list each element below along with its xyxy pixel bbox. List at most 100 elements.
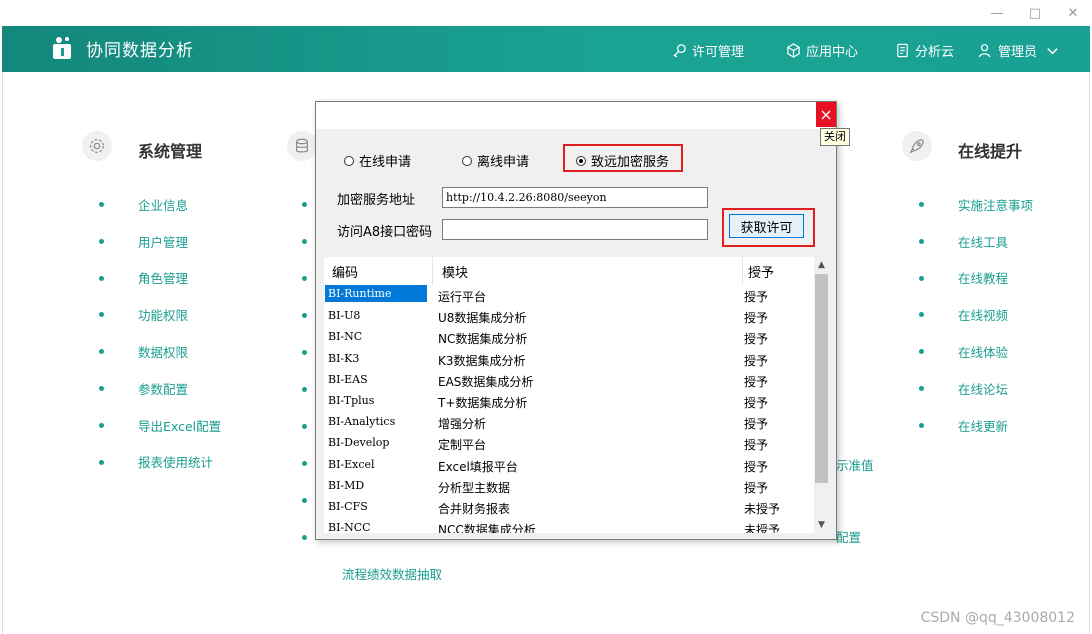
cell-code: BI-Tplus (328, 393, 375, 407)
nav-analysis-cloud[interactable]: 分析云 (895, 41, 954, 60)
cell-code: BI-U8 (328, 309, 361, 323)
list-item-selected[interactable]: BI-Runtime 运行平台 授予 (324, 285, 814, 306)
cell-module: K3数据集成分析 (438, 353, 526, 368)
menu-item-report-usage-stats[interactable]: 报表使用统计 (99, 444, 221, 481)
nav-admin-menu[interactable]: 管理员 (978, 41, 1060, 60)
cell-module: NC数据集成分析 (438, 332, 528, 347)
list-rows: BI-Runtime 运行平台 授予 BI-U8 U8数据集成分析 授予 BI-NC NC… (324, 285, 814, 533)
cell-module: 合并财务报表 (438, 501, 511, 516)
cell-auth: 授予 (744, 290, 769, 304)
cell-auth: 授予 (744, 459, 769, 474)
section-title-online: 在线提升 (958, 142, 1023, 161)
maximize-button[interactable]: □ (1016, 0, 1054, 26)
user-icon (978, 44, 991, 58)
server-address-input[interactable]: http://10.4.2.26:8080/seeyon (442, 187, 708, 208)
column-header-auth[interactable]: 授予 (748, 262, 774, 281)
cell-code: BI-Runtime (325, 285, 427, 302)
menu-label: 在线视频 (958, 308, 1009, 324)
menu-label: 在线论坛 (958, 381, 1009, 397)
cell-code: BI-EAS (328, 372, 368, 386)
nav-app-center[interactable]: 应用中心 (786, 41, 858, 60)
list-item[interactable]: BI-U8 U8数据集成分析 授予 (324, 306, 814, 327)
scrollbar-thumb[interactable] (815, 274, 828, 483)
partial-menu-text[interactable]: 配置 (836, 527, 861, 546)
menu-item-online-tutorials[interactable]: 在线教程 (919, 260, 1033, 297)
database-icon (287, 131, 317, 161)
menu-label: 实施注意事项 (958, 197, 1034, 213)
menu-item-role-management[interactable]: 角色管理 (99, 260, 221, 297)
column-header-code[interactable]: 编码 (332, 262, 358, 281)
cell-auth: 授予 (744, 353, 769, 368)
list-item[interactable]: BI-K3 K3数据集成分析 授予 (324, 349, 814, 370)
radio-online-apply[interactable]: 在线申请 (344, 151, 411, 170)
menu-item-online-forum[interactable]: 在线论坛 (919, 370, 1033, 407)
chevron-down-icon (1047, 48, 1058, 55)
list-item[interactable]: BI-Excel Excel填报平台 授予 (324, 455, 814, 476)
dialog-titlebar (316, 102, 836, 129)
cell-auth: 未授予 (744, 523, 781, 533)
menu-label: 在线工具 (958, 234, 1009, 250)
menu-item-data-permission[interactable]: 数据权限 (99, 333, 221, 370)
menu-item-online-update[interactable]: 在线更新 (919, 407, 1033, 444)
list-item[interactable]: BI-Develop 定制平台 授予 (324, 433, 814, 454)
radio-seeyon-encrypt-service[interactable]: 致远加密服务 (576, 151, 669, 170)
list-item[interactable]: BI-EAS EAS数据集成分析 授予 (324, 370, 814, 391)
key-icon (673, 44, 686, 58)
scroll-down-icon[interactable]: ▼ (814, 517, 829, 533)
cell-auth: 授予 (744, 438, 769, 453)
list-item[interactable]: BI-CFS 合并财务报表 未授予 (324, 497, 814, 518)
menu-item-online-experience[interactable]: 在线体验 (919, 333, 1033, 370)
nav-label: 应用中心 (806, 45, 859, 60)
radio-offline-apply[interactable]: 离线申请 (462, 151, 529, 170)
list-item[interactable]: BI-Analytics 增强分析 授予 (324, 412, 814, 433)
app-logo-icon (53, 37, 71, 59)
list-header: 编码 模块 授予 (324, 257, 814, 285)
menu-label: 报表使用统计 (138, 455, 214, 471)
cell-code: BI-Develop (328, 436, 390, 450)
menu-item-export-excel-config[interactable]: 导出Excel配置 (99, 407, 221, 444)
cell-code: BI-MD (328, 478, 365, 492)
list-item[interactable]: BI-MD 分析型主数据 授予 (324, 476, 814, 497)
server-address-label: 加密服务地址 (337, 193, 416, 208)
cell-module: 运行平台 (438, 290, 487, 304)
menu-item-implementation-notes[interactable]: 实施注意事项 (919, 186, 1033, 223)
nav-license-management[interactable]: 许可管理 (672, 41, 744, 60)
menu-item-parameter-config[interactable]: 参数配置 (99, 370, 221, 407)
radio-indicator (344, 155, 354, 166)
cell-auth: 授予 (744, 374, 769, 389)
partial-menu-text[interactable]: 示准值 (836, 455, 874, 474)
cell-auth: 授予 (744, 417, 769, 432)
list-item[interactable]: BI-Tplus T+数据集成分析 授予 (324, 391, 814, 412)
menu-label: 用户管理 (138, 234, 189, 250)
column-header-module[interactable]: 模块 (442, 262, 468, 281)
cube-icon (787, 43, 800, 58)
list-item[interactable]: BI-NC NC数据集成分析 授予 (324, 327, 814, 348)
menu-item-online-videos[interactable]: 在线视频 (919, 296, 1033, 333)
dialog-close-button[interactable] (816, 102, 836, 127)
menu-item-online-tools[interactable]: 在线工具 (919, 223, 1033, 260)
a8-password-label: 访问A8接口密码 (337, 225, 433, 240)
minimize-button[interactable]: — (978, 0, 1016, 26)
menu-item-function-permission[interactable]: 功能权限 (99, 296, 221, 333)
menu-item-user-management[interactable]: 用户管理 (99, 223, 221, 260)
data-menu-bullets (302, 186, 310, 546)
list-scrollbar[interactable]: ▲ ▼ (814, 257, 829, 533)
cell-code: BI-Excel (328, 457, 375, 471)
list-item[interactable]: BI-NCC NCC数据集成分析 未授予 (324, 518, 814, 533)
get-license-button[interactable]: 获取许可 (729, 214, 804, 238)
cell-module: T+数据集成分析 (438, 395, 528, 410)
cell-code: BI-K3 (328, 351, 360, 365)
nav-label: 管理员 (998, 45, 1038, 60)
menu-label: 企业信息 (138, 197, 189, 213)
cell-auth: 授予 (744, 480, 769, 495)
menu-item-process-data-extract[interactable]: 流程绩效数据抽取 (342, 564, 442, 583)
scroll-up-icon[interactable]: ▲ (814, 257, 829, 273)
close-window-button[interactable]: ✕ (1054, 0, 1092, 26)
menu-item-enterprise-info[interactable]: 企业信息 (99, 186, 221, 223)
license-dialog: 在线申请 离线申请 致远加密服务 加密服务地址 http://10.4.2.26… (315, 101, 837, 540)
menu-label: 参数配置 (138, 381, 189, 397)
radio-label: 离线申请 (477, 155, 530, 170)
a8-password-input[interactable] (442, 219, 708, 240)
watermark: CSDN @qq_43008012 (920, 610, 1075, 626)
menu-label: 数据权限 (138, 345, 189, 361)
